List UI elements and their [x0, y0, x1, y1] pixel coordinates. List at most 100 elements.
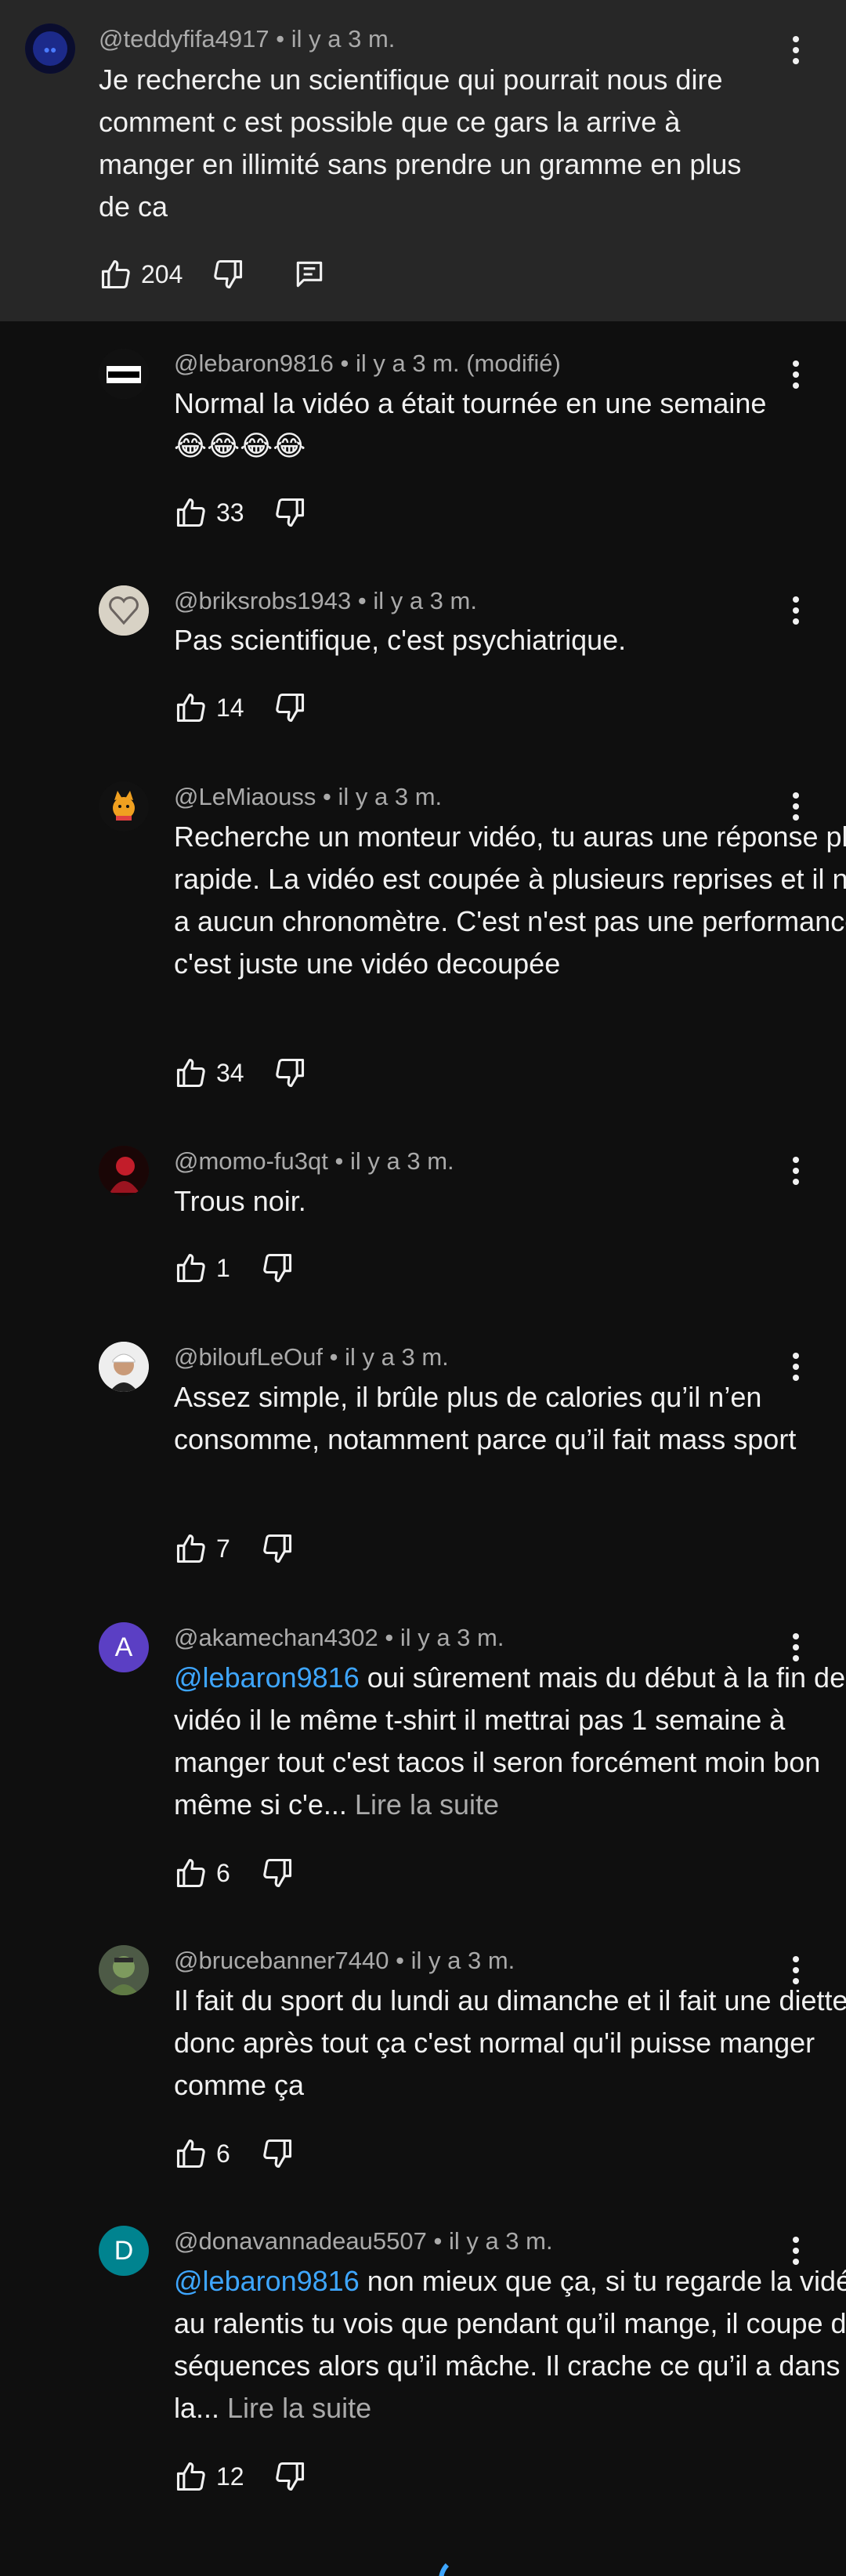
avatar[interactable]	[99, 1146, 149, 1196]
hulk-avatar-icon	[99, 1945, 149, 1995]
comment-actions: 14	[174, 686, 307, 730]
parental-advisory-avatar-icon	[99, 349, 149, 399]
author-handle[interactable]: @momo-fu3qt	[174, 1147, 328, 1175]
comment-time: il y a 3 m.	[410, 1947, 515, 1974]
meta-separator: •	[323, 783, 331, 810]
like-icon[interactable]	[174, 2459, 208, 2494]
author-handle[interactable]: @LeMiaouss	[174, 783, 316, 810]
avatar[interactable]	[99, 781, 149, 831]
avatar[interactable]	[99, 1342, 149, 1392]
dislike-icon[interactable]	[273, 495, 307, 530]
avatar[interactable]: ●●	[25, 24, 75, 74]
dislike-icon[interactable]	[260, 2136, 295, 2171]
author-handle[interactable]: @donavannadeau5507	[174, 2227, 427, 2255]
avatar[interactable]: D	[99, 2226, 149, 2276]
avatar[interactable]: A	[99, 1622, 149, 1672]
like-count: 1	[216, 1253, 230, 1282]
more-options-icon[interactable]	[780, 353, 812, 397]
comment-meta: @lebaron9816 • il y a 3 m. (modifié)	[174, 350, 561, 378]
like-icon[interactable]	[174, 690, 208, 725]
comment-meta: @teddyfifa4917 • il y a 3 m.	[99, 25, 395, 53]
author-handle[interactable]: @biloufLeOuf	[174, 1343, 323, 1371]
parent-comment: ●● @teddyfifa4917 • il y a 3 m. Je reche…	[0, 0, 846, 321]
avatar[interactable]	[99, 1945, 149, 1995]
meta-separator: •	[385, 1624, 394, 1651]
like-icon[interactable]	[174, 2136, 208, 2171]
comment-time: il y a 3 m.	[349, 1147, 454, 1175]
comment-text: Assez simple, il brûle plus de calories …	[174, 1381, 797, 1455]
author-handle[interactable]: @akamechan4302	[174, 1624, 378, 1651]
comment-meta: @biloufLeOuf • il y a 3 m.	[174, 1343, 449, 1371]
comment-actions: 6	[174, 1851, 295, 1895]
dislike-icon[interactable]	[273, 1056, 307, 1090]
reply-icon[interactable]	[292, 257, 327, 292]
like-count: 14	[216, 693, 244, 722]
comment-actions: 204	[99, 252, 327, 296]
meta-separator: •	[329, 1343, 338, 1371]
like-icon[interactable]	[99, 257, 133, 292]
read-more-link[interactable]: Lire la suite	[347, 1788, 499, 1821]
avatar-letter: D	[114, 2235, 134, 2266]
author-handle[interactable]: @briksrobs1943	[174, 587, 351, 614]
comment-time: il y a 3 m. (modifié)	[355, 350, 561, 377]
read-more-link[interactable]: Lire la suite	[219, 2392, 371, 2424]
like-count: 34	[216, 1058, 244, 1087]
comment-actions: 12	[174, 2455, 307, 2498]
cat-avatar-icon	[99, 781, 149, 831]
author-handle[interactable]: @teddyfifa4917	[99, 25, 269, 53]
loading-spinner-icon	[439, 2556, 486, 2576]
dislike-icon[interactable]	[273, 2459, 307, 2494]
author-handle[interactable]: @brucebanner7440	[174, 1947, 389, 1974]
comment-actions: 6	[174, 2132, 295, 2176]
like-icon[interactable]	[174, 1251, 208, 1285]
like-count: 6	[216, 1858, 230, 1887]
dislike-icon[interactable]	[273, 690, 307, 725]
like-count: 12	[216, 2462, 244, 2491]
avatar[interactable]	[99, 349, 149, 399]
mention-link[interactable]: @lebaron9816	[174, 2265, 360, 2297]
heart-avatar-icon	[99, 585, 149, 636]
comment-actions: 33	[174, 491, 307, 534]
dislike-icon[interactable]	[260, 1856, 295, 1890]
comment-actions: 34	[174, 1051, 307, 1095]
comment-meta: @briksrobs1943 • il y a 3 m.	[174, 587, 477, 615]
meta-separator: •	[433, 2227, 443, 2255]
comment-text: Recherche un monteur vidéo, tu auras une…	[174, 821, 846, 980]
comment-time: il y a 3 m.	[373, 587, 477, 614]
person-cap-avatar-icon	[99, 1342, 149, 1392]
comment-meta: @akamechan4302 • il y a 3 m.	[174, 1624, 504, 1652]
like-icon[interactable]	[174, 1856, 208, 1890]
comment-text: @lebaron9816 non mieux que ça, si tu reg…	[174, 2260, 846, 2429]
comment-thread-page: ●● @teddyfifa4917 • il y a 3 m. Je reche…	[0, 0, 846, 2576]
comment-meta: @brucebanner7440 • il y a 3 m.	[174, 1947, 515, 1975]
avatar[interactable]	[99, 585, 149, 636]
comment-meta: @donavannadeau5507 • il y a 3 m.	[174, 2227, 553, 2255]
like-icon[interactable]	[174, 1056, 208, 1090]
like-icon[interactable]	[174, 1531, 208, 1566]
comment-time: il y a 3 m.	[448, 2227, 553, 2255]
comment-text: Pas scientifique, c'est psychiatrique.	[174, 624, 627, 656]
meta-separator: •	[334, 1147, 344, 1175]
comment-meta: @momo-fu3qt • il y a 3 m.	[174, 1147, 454, 1176]
like-icon[interactable]	[174, 495, 208, 530]
dislike-icon[interactable]	[260, 1251, 295, 1285]
svg-text:●●: ●●	[44, 43, 57, 56]
comment-time: il y a 3 m.	[400, 1624, 504, 1651]
comment-text: Il fait du sport du lundi au dimanche et…	[174, 1984, 846, 2101]
meta-separator: •	[276, 25, 285, 53]
comment-text: Trous noir.	[174, 1185, 306, 1217]
meta-separator: •	[340, 350, 349, 377]
comment-time: il y a 3 m.	[291, 25, 396, 53]
dislike-icon[interactable]	[211, 257, 245, 292]
red-figure-avatar-icon	[99, 1146, 149, 1196]
like-count: 7	[216, 1534, 230, 1563]
mention-link[interactable]: @lebaron9816	[174, 1661, 360, 1694]
comment-text: Normal la vidéo a était tournée en une s…	[174, 387, 767, 462]
dislike-icon[interactable]	[260, 1531, 295, 1566]
author-handle[interactable]: @lebaron9816	[174, 350, 334, 377]
comment-actions: 7	[174, 1527, 295, 1571]
comment-text: @lebaron9816 oui sûrement mais du début …	[174, 1657, 846, 1826]
comment-actions: 1	[174, 1246, 295, 1290]
meta-separator: •	[396, 1947, 404, 1974]
more-options-icon[interactable]	[780, 28, 812, 72]
